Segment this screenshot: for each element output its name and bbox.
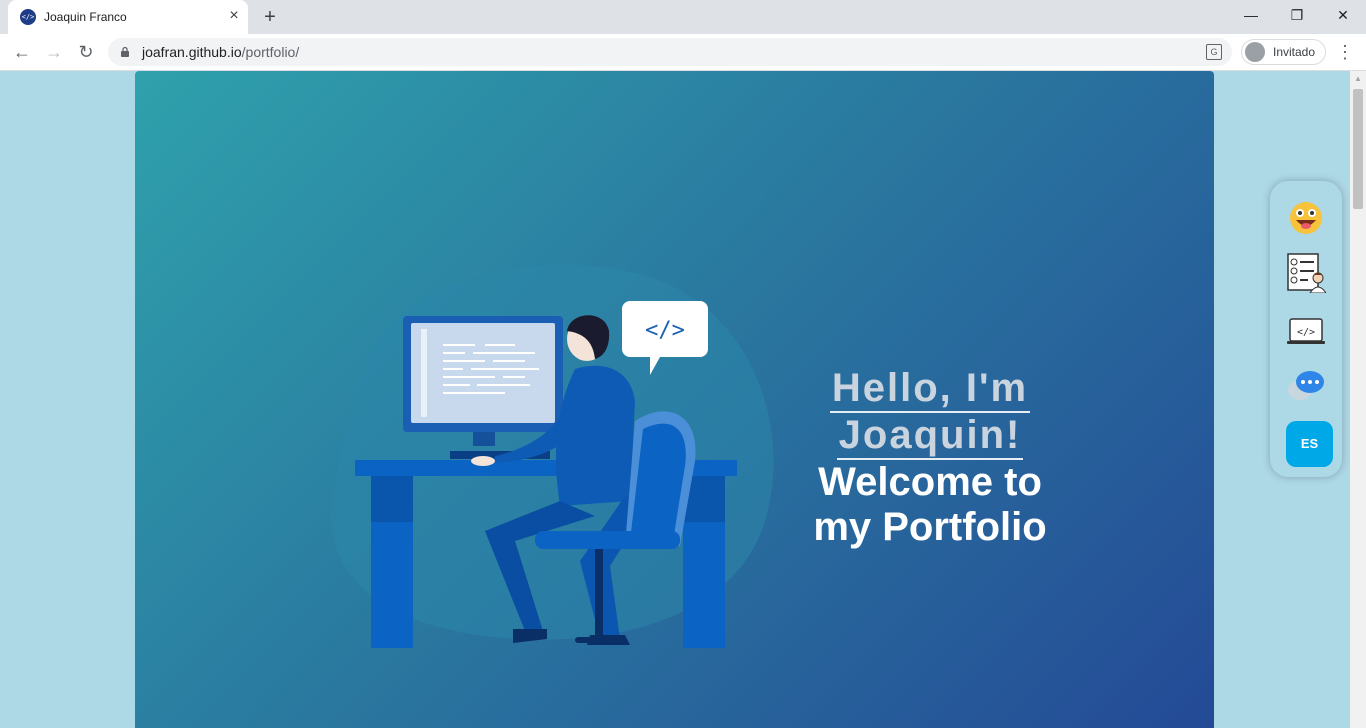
close-window-icon[interactable]: ✕: [1320, 0, 1366, 30]
profile-label: Invitado: [1273, 45, 1316, 59]
close-tab-icon[interactable]: ×: [226, 8, 242, 24]
lock-icon: [121, 46, 129, 57]
forward-arrow-icon[interactable]: →: [42, 40, 66, 64]
chair-seat: [535, 531, 680, 549]
hero-section: </> Hello, I'm Joaquin! Welcome to my Po…: [135, 71, 1214, 728]
profile-button[interactable]: Invitado: [1241, 39, 1326, 65]
translate-icon[interactable]: G: [1206, 44, 1222, 60]
address-bar[interactable]: joafran.github.io/portfolio/ G: [108, 38, 1232, 66]
monitor-stand: [473, 432, 495, 446]
page-viewport: </> Hello, I'm Joaquin! Welcome to my Po…: [0, 71, 1350, 728]
welcome-heading-line2: my Portfolio: [813, 505, 1047, 549]
kebab-menu-icon[interactable]: ⋮: [1336, 40, 1354, 64]
page-scrollbar[interactable]: ▲: [1350, 71, 1366, 728]
greeting-block: Hello, I'm Joaquin! Welcome to my Portfo…: [795, 366, 1065, 550]
welcome-heading-line1: Welcome to: [818, 460, 1042, 504]
speech-bubble-code-icon: </>: [645, 318, 685, 343]
minimize-icon[interactable]: —: [1228, 0, 1274, 30]
scroll-up-arrow-icon[interactable]: ▲: [1350, 71, 1366, 87]
hello-heading: Hello, I'm: [829, 366, 1031, 413]
svg-text:</>: </>: [1297, 327, 1315, 338]
scroll-thumb[interactable]: [1353, 89, 1363, 209]
developer-illustration: </>: [330, 265, 774, 648]
language-toggle-button[interactable]: ES: [1286, 421, 1333, 467]
floating-side-nav: </> ES: [1270, 181, 1342, 477]
smiley-face-icon[interactable]: [1286, 198, 1326, 238]
browser-toolbar: ← → ↻ joafran.github.io/portfolio/ G Inv…: [0, 34, 1366, 71]
chat-bubbles-icon[interactable]: [1286, 364, 1326, 404]
tab-bar: </> Joaquin Franco × + — ❐ ✕: [0, 0, 1366, 34]
back-arrow-icon[interactable]: ←: [10, 40, 34, 64]
favicon-icon: </>: [20, 9, 36, 25]
monitor-screen: [411, 323, 555, 423]
new-tab-icon[interactable]: +: [260, 7, 280, 27]
name-heading: Joaquin!: [836, 413, 1024, 460]
laptop-code-icon[interactable]: </>: [1286, 311, 1326, 351]
tab-title: Joaquin Franco: [44, 10, 127, 24]
browser-tab[interactable]: </> Joaquin Franco ×: [8, 0, 248, 34]
reload-icon[interactable]: ↻: [74, 40, 98, 64]
restore-icon[interactable]: ❐: [1274, 0, 1320, 30]
resume-document-icon[interactable]: [1286, 253, 1326, 293]
url-text: joafran.github.io/portfolio/: [142, 44, 300, 60]
code-lines: [443, 344, 539, 394]
avatar-icon: [1245, 42, 1265, 62]
